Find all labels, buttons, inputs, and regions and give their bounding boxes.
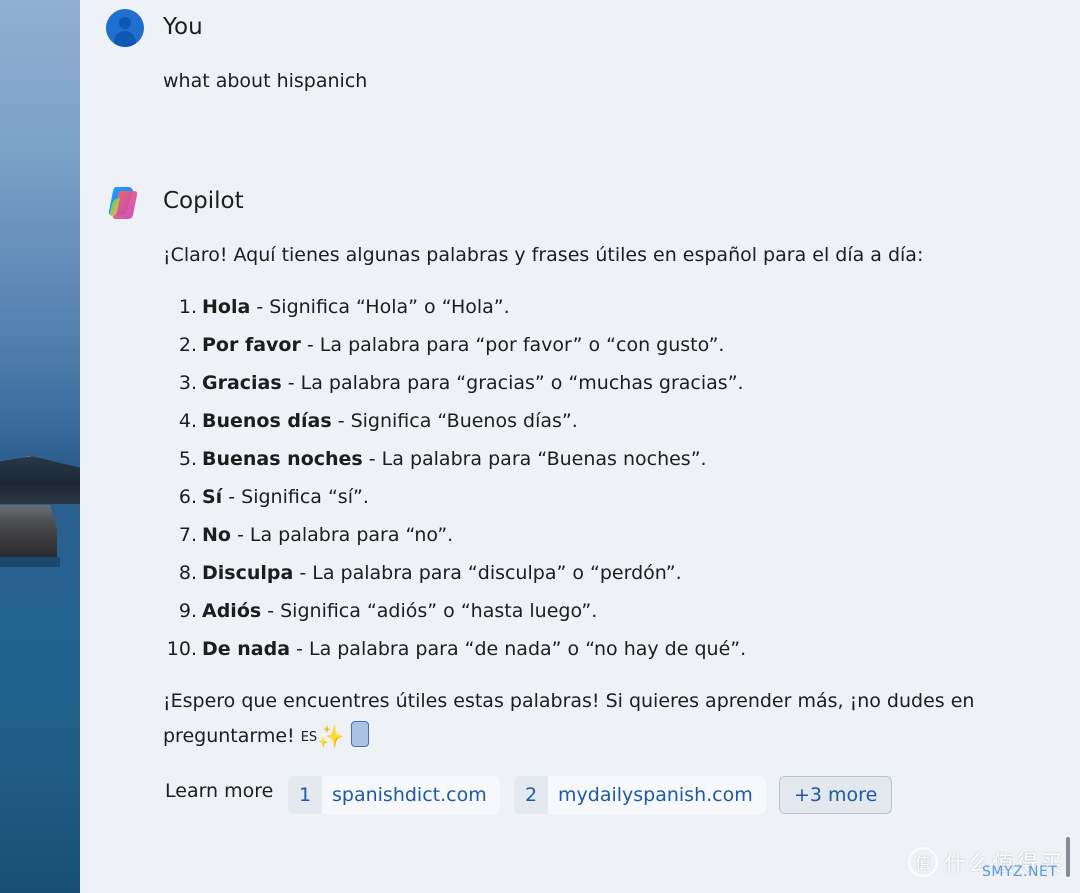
list-item: 2. Por favor - La palabra para “por favor… xyxy=(160,326,746,364)
list-item: 6. Sí - Significa “sí”. xyxy=(160,478,746,516)
list-item-number: 7. xyxy=(178,524,197,546)
list-item-term: Adiós xyxy=(202,600,262,622)
watermark-logo-icon: 值 xyxy=(908,847,938,877)
desktop-wallpaper xyxy=(0,0,80,893)
source-chip-index: 1 xyxy=(298,784,312,806)
list-item-number: 2. xyxy=(178,334,197,356)
spain-flag-icon: ES xyxy=(300,730,318,745)
list-item-description: - La palabra para “por favor” o “con gus… xyxy=(300,334,725,356)
list-item: 9. Adiós - Significa “adiós” o “hasta lue… xyxy=(160,592,746,630)
copilot-name: Copilot xyxy=(163,188,244,214)
list-item-term: De nada xyxy=(202,638,291,660)
learn-more-label: Learn more xyxy=(165,780,274,802)
list-item-description: - La palabra para “disculpa” o “perdón”. xyxy=(293,562,682,584)
source-chip-index: 2 xyxy=(524,784,538,806)
list-item: 5. Buenas noches - La palabra para “Buena… xyxy=(160,440,746,478)
list-item-number: 10. xyxy=(166,638,197,660)
list-item-term: Buenas noches xyxy=(202,448,363,470)
list-item: 7. No - La palabra para “no”. xyxy=(160,516,746,554)
list-item-number: 9. xyxy=(178,600,197,622)
list-item: 1. Hola - Significa “Hola” o “Hola”. xyxy=(160,288,746,326)
sparkle-icon: ✨ xyxy=(317,725,345,750)
list-item-number: 1. xyxy=(178,296,197,318)
list-item: 8. Disculpa - La palabra para “disculpa” … xyxy=(160,554,746,592)
word-list: 1. Hola - Significa “Hola” o “Hola”. 2. Por… xyxy=(160,288,746,668)
copilot-logo-icon xyxy=(108,187,138,219)
list-item-term: Disculpa xyxy=(202,562,294,584)
wallpaper-dock-shadow xyxy=(0,557,60,567)
list-item-description: - Significa “Hola” o “Hola”. xyxy=(250,296,510,318)
source-chip-1[interactable]: 1 spanishdict.com xyxy=(288,776,500,814)
copilot-intro: ¡Claro! Aquí tienes algunas palabras y f… xyxy=(163,244,924,266)
list-item: 3. Gracias - La palabra para “gracias” o … xyxy=(160,364,746,402)
list-item-term: Gracias xyxy=(202,372,282,394)
list-item-description: - Significa “Buenos días”. xyxy=(331,410,578,432)
wallpaper-dock xyxy=(0,505,57,557)
copilot-outro: ¡Espero que encuentres útiles estas pala… xyxy=(163,684,1023,755)
list-item: 4. Buenos días - Significa “Buenos días”. xyxy=(160,402,746,440)
list-item-description: - La palabra para “de nada” o “no hay de… xyxy=(290,638,747,660)
watermark-url: SMYZ.NET xyxy=(982,864,1058,880)
list-item: 10. De nada - La palabra para “de nada” o… xyxy=(160,630,746,668)
list-item-description: - Significa “adiós” o “hasta luego”. xyxy=(261,600,598,622)
scrollbar-thumb[interactable] xyxy=(1066,837,1070,877)
list-item-number: 3. xyxy=(178,372,197,394)
list-item-term: Hola xyxy=(202,296,251,318)
list-item-number: 5. xyxy=(178,448,197,470)
source-chip-host: spanishdict.com xyxy=(322,776,500,814)
more-sources-button[interactable]: +3 more xyxy=(779,776,893,814)
list-item-term: No xyxy=(202,524,231,546)
list-item-description: - La palabra para “Buenas noches”. xyxy=(362,448,707,470)
list-item-number: 8. xyxy=(178,562,197,584)
list-item-number: 6. xyxy=(178,486,197,508)
user-message: what about hispanich xyxy=(163,70,368,92)
list-item-term: Por favor xyxy=(202,334,301,356)
list-item-description: - La palabra para “no”. xyxy=(230,524,454,546)
source-chip-2[interactable]: 2 mydailyspanish.com xyxy=(514,776,766,814)
list-item-description: - La palabra para “gracias” o “muchas gr… xyxy=(281,372,744,394)
outro-text: ¡Espero que encuentres útiles estas pala… xyxy=(163,690,975,747)
source-chip-host: mydailyspanish.com xyxy=(548,776,766,814)
list-item-number: 4. xyxy=(178,410,197,432)
user-name: You xyxy=(163,14,203,40)
list-item-term: Buenos días xyxy=(202,410,332,432)
user-avatar-icon xyxy=(106,9,144,47)
list-item-term: Sí xyxy=(202,486,223,508)
phone-icon xyxy=(350,721,369,747)
wallpaper-rock xyxy=(0,456,80,504)
list-item-description: - Significa “sí”. xyxy=(222,486,369,508)
